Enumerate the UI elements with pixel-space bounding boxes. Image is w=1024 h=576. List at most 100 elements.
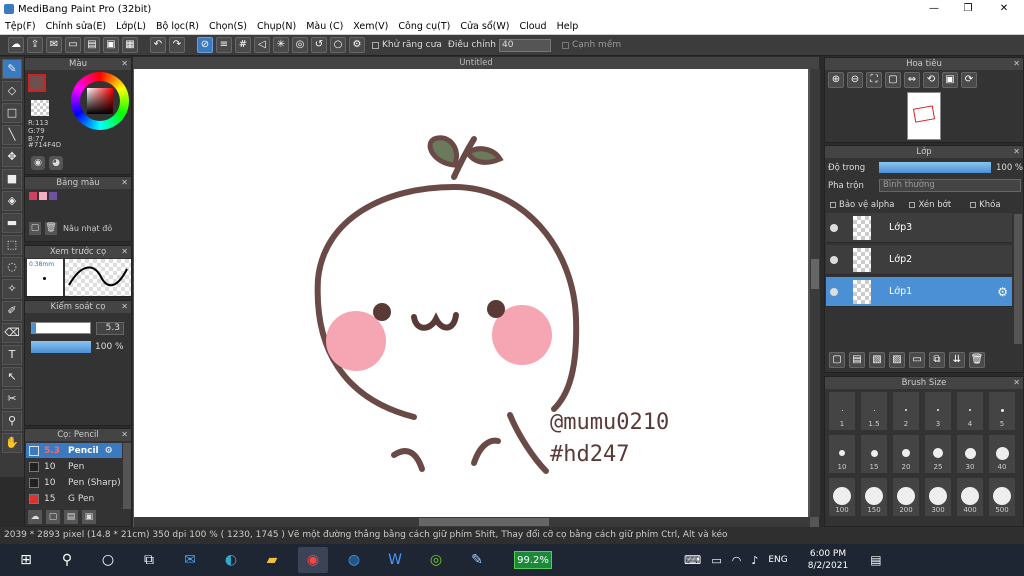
new-halftone-layer-icon[interactable]: ▤ [849,352,865,368]
layer-settings-gear-icon[interactable]: ⚙ [997,285,1008,299]
brush-size-option[interactable]: 2 [892,391,920,431]
brush-size-option[interactable]: 40 [988,434,1016,474]
snap-perspective-icon[interactable]: ◁ [254,37,270,53]
brush-item-gpen[interactable]: 15 G Pen [26,491,122,506]
chat-icon[interactable]: ▭ [65,37,81,53]
merge-layer-icon[interactable]: ⇊ [949,352,965,368]
layer-row-layer3[interactable]: Lớp3 [826,213,1012,243]
magic-wand-tool-icon[interactable]: ✧ [2,279,22,299]
protect-alpha-checkbox[interactable] [830,202,836,208]
transparent-color[interactable] [31,100,49,116]
word-icon[interactable]: W [380,547,410,573]
menu-capture[interactable]: Chụp(N) [252,21,301,32]
menu-tools[interactable]: Công cụ(T) [393,21,455,32]
minimize-button[interactable]: — [916,0,952,18]
panel-close-icon[interactable]: ✕ [121,246,128,258]
menu-view[interactable]: Xem(V) [348,21,393,32]
rectangle-tool-icon[interactable]: □ [2,103,22,123]
bucket-tool-icon[interactable]: ◈ [2,191,22,211]
brush-size-option[interactable]: 300 [924,477,952,517]
clip-checkbox[interactable] [909,202,916,208]
cloud-icon[interactable]: ☁ [8,37,24,53]
adjust-input[interactable]: 40 [498,38,551,52]
maximize-button[interactable]: ❐ [950,0,986,18]
brush-size-slider[interactable] [31,322,91,334]
snap-ellipse-icon[interactable]: ○ [330,37,346,53]
fit-window-icon[interactable]: ⛶ [866,72,882,88]
keyboard-icon[interactable]: ⌨ [684,553,701,567]
blend-mode-select[interactable]: Bình thường [879,179,1021,192]
document-tab[interactable]: Untitled [133,57,819,69]
palette-delete-icon[interactable]: 🗑 [45,222,57,235]
visibility-icon[interactable] [830,223,838,232]
text-tool-icon[interactable]: T [2,345,22,365]
palette-swatch-2[interactable] [39,192,47,200]
layer-row-layer2[interactable]: Lớp2 [826,245,1012,275]
gradient-tool-icon[interactable]: ▬ [2,213,22,233]
color-palette-icon[interactable]: ◕ [49,156,63,170]
snap-circle-icon[interactable]: ◎ [292,37,308,53]
panel-close-icon[interactable]: ✕ [121,429,128,441]
brush-size-option[interactable]: 25 [924,434,952,474]
fill-rect-tool-icon[interactable]: ■ [2,169,22,189]
edge-icon[interactable]: ◐ [216,547,246,573]
zalo-icon[interactable]: ◍ [339,547,369,573]
search-icon[interactable]: ⚲ [52,547,82,573]
snap-off-icon[interactable]: ⊘ [197,37,213,53]
flip-icon[interactable]: ⇔ [904,72,920,88]
duplicate-layer-icon[interactable]: ⧉ [929,352,945,368]
brush-copy-icon[interactable]: ▤ [64,510,78,524]
brush-delete-icon[interactable]: ▣ [82,510,96,524]
new-1bit-layer-icon[interactable]: ▨ [889,352,905,368]
chrome-icon[interactable]: ◉ [298,547,328,573]
hand-tool-icon[interactable]: ✋ [2,433,22,453]
panel-close-icon[interactable]: ✕ [1013,377,1020,389]
brush-size-option[interactable]: 15 [860,434,888,474]
brush-size-option[interactable]: 1 [828,391,856,431]
menu-file[interactable]: Tệp(F) [0,21,41,32]
language-indicator[interactable]: ENG [768,555,787,565]
brush-item-pencil[interactable]: 5.3 Pencil ⚙ [26,443,122,458]
page-icon[interactable]: ▤ [84,37,100,53]
lasso-tool-icon[interactable]: ◌ [2,257,22,277]
select-pen-tool-icon[interactable]: ✐ [2,301,22,321]
windows-start-icon[interactable]: ⊞ [11,547,41,573]
foreground-color[interactable] [28,74,46,92]
save-icon[interactable]: ▣ [103,37,119,53]
divide-tool-icon[interactable]: ✂ [2,389,22,409]
brush-size-option[interactable]: 500 [988,477,1016,517]
operation-tool-icon[interactable]: ↖ [2,367,22,387]
battery-indicator[interactable]: 99.2% [514,551,552,569]
brush-size-value[interactable]: 5.3 [96,322,124,335]
panel-close-icon[interactable]: ✕ [1013,58,1020,70]
comment-icon[interactable]: ✉ [46,37,62,53]
brush-list-scrollbar[interactable] [123,443,131,509]
snap-curve-icon[interactable]: ↺ [311,37,327,53]
snap-parallel-icon[interactable]: ≡ [216,37,232,53]
canvas-horizontal-scrollbar[interactable] [134,517,810,527]
brush-gear-icon[interactable]: ⚙ [105,446,113,456]
palette-swatch-3[interactable] [49,192,57,200]
task-view-icon[interactable]: ⧉ [134,547,164,573]
zoom-in-icon[interactable]: ⊕ [828,72,844,88]
brush-add-icon[interactable]: ▢ [46,510,60,524]
new-8bit-layer-icon[interactable]: ▧ [869,352,885,368]
canvas-vertical-scrollbar[interactable] [810,69,820,517]
clock[interactable]: 6:00 PM 8/2/2021 [808,548,848,572]
move-tool-icon[interactable]: ✥ [2,147,22,167]
canvas[interactable]: @mumu0210 #hd247 [134,69,808,517]
share-icon[interactable]: ⇪ [27,37,43,53]
smooth-checkbox[interactable] [561,41,569,49]
brush-tool-icon[interactable]: ✎ [2,59,22,79]
eyedropper-tool-icon[interactable]: ⚲ [2,411,22,431]
panel-close-icon[interactable]: ✕ [121,177,128,189]
zoom-out-icon[interactable]: ⊖ [847,72,863,88]
color-wheel[interactable] [71,72,129,130]
brush-item-pen[interactable]: 10 Pen [26,459,122,474]
brush-size-option[interactable]: 1.5 [860,391,888,431]
layer-list-scrollbar[interactable] [1014,214,1022,344]
layer-row-layer1[interactable]: Lớp1 ⚙ [826,277,1012,307]
navigator-thumbnail[interactable] [907,92,941,140]
cortana-icon[interactable]: ○ [93,547,123,573]
panel-close-icon[interactable]: ✕ [121,58,128,70]
